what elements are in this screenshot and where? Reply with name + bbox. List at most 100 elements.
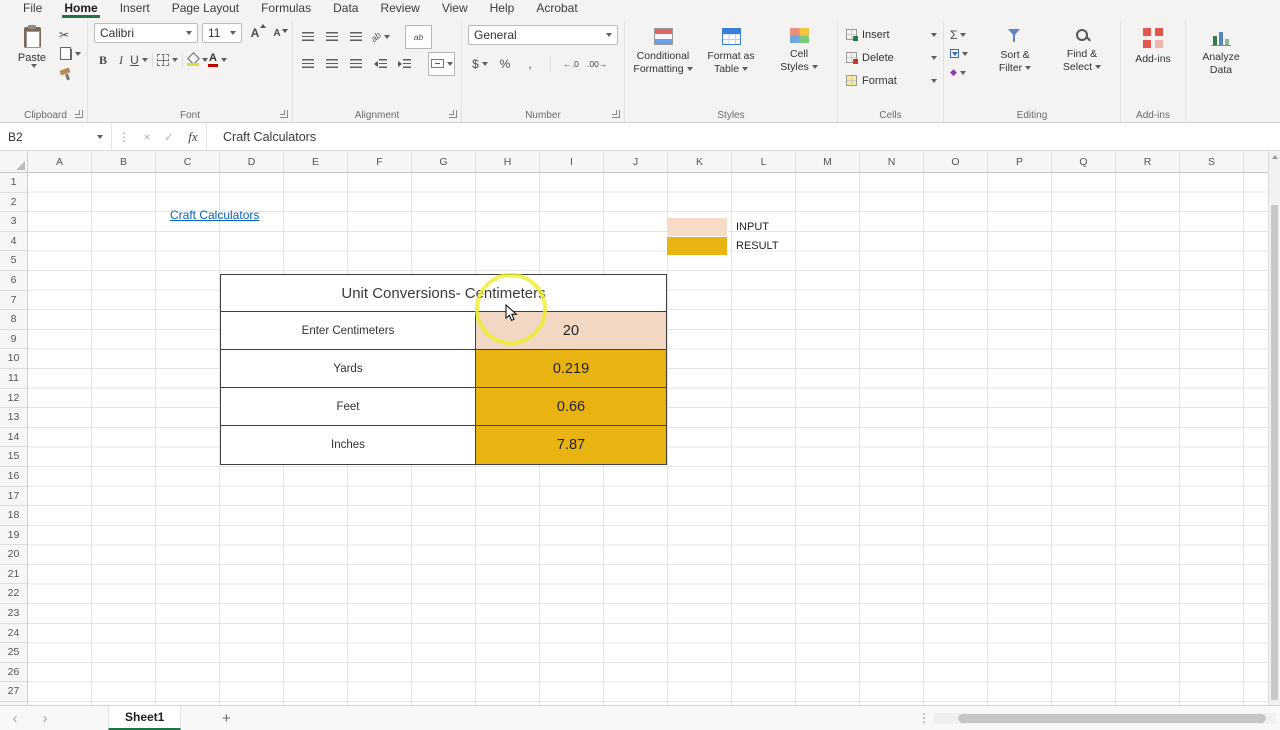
column-header-s[interactable]: S <box>1180 151 1244 172</box>
bottom-align-button[interactable] <box>347 27 365 47</box>
accounting-format-button[interactable]: $ <box>471 54 489 74</box>
sort-filter-button[interactable]: Sort & Filter <box>983 23 1047 80</box>
add-ins-button[interactable]: Add-ins <box>1127 23 1179 66</box>
row-header-18[interactable]: 18 <box>0 506 27 526</box>
row-header-22[interactable]: 22 <box>0 584 27 605</box>
row-header-13[interactable]: 13 <box>0 408 27 428</box>
row-header-10[interactable]: 10 <box>0 349 27 369</box>
find-select-button[interactable]: Find & Select <box>1050 23 1114 80</box>
column-header-e[interactable]: E <box>284 151 348 172</box>
clear-button[interactable]: ◆ <box>950 65 980 80</box>
copy-button[interactable] <box>59 46 81 62</box>
row-header-12[interactable]: 12 <box>0 389 27 409</box>
increase-indent-button[interactable] <box>395 54 413 74</box>
number-format-select[interactable]: General <box>468 25 618 45</box>
tab-page-layout[interactable]: Page Layout <box>161 0 250 18</box>
column-header-p[interactable]: P <box>988 151 1052 172</box>
align-left-button[interactable] <box>299 54 317 74</box>
orientation-button[interactable]: ab <box>369 27 391 47</box>
row-header-11[interactable]: 11 <box>0 369 27 389</box>
column-header-c[interactable]: C <box>156 151 220 172</box>
sheet-nav-left-icon[interactable]: ‹ <box>0 707 30 730</box>
number-dialog-launcher[interactable] <box>612 110 620 118</box>
align-right-button[interactable] <box>347 54 365 74</box>
analyze-data-button[interactable]: Analyze Data <box>1192 23 1250 77</box>
tab-review[interactable]: Review <box>369 0 430 18</box>
decrease-font-size-button[interactable]: A <box>268 23 288 43</box>
column-header-m[interactable]: M <box>796 151 860 172</box>
horizontal-scrollbar[interactable] <box>934 713 1276 724</box>
horizontal-scrollbar-thumb[interactable] <box>958 714 1266 723</box>
vertical-scrollbar[interactable] <box>1268 151 1280 705</box>
select-all-corner[interactable] <box>0 151 28 173</box>
vertical-scrollbar-thumb[interactable] <box>1271 205 1278 700</box>
table-row-value[interactable]: 0.219 <box>476 350 666 387</box>
delete-cells-button[interactable]: Delete <box>844 46 937 69</box>
column-header-g[interactable]: G <box>412 151 476 172</box>
column-header-f[interactable]: F <box>348 151 412 172</box>
sheet-tab-sheet1[interactable]: Sheet1 <box>108 706 182 730</box>
spreadsheet-grid[interactable]: Craft Calculators Unit Conversions- Cent… <box>28 173 1268 705</box>
decrease-indent-button[interactable] <box>371 54 389 74</box>
row-header-2[interactable]: 2 <box>0 193 27 213</box>
tab-insert[interactable]: Insert <box>109 0 161 18</box>
font-size-select[interactable]: 11 <box>202 23 242 43</box>
column-header-k[interactable]: K <box>668 151 732 172</box>
italic-button[interactable]: I <box>112 50 130 70</box>
row-header-14[interactable]: 14 <box>0 428 27 448</box>
increase-decimal-button[interactable]: ←.0 <box>562 54 580 74</box>
formula-input[interactable]: Craft Calculators <box>206 123 1280 150</box>
row-header-3[interactable]: 3 <box>0 212 27 232</box>
row-header-27[interactable]: 27 <box>0 682 27 703</box>
format-as-table-button[interactable]: Format as Table <box>699 23 763 76</box>
row-header-5[interactable]: 5 <box>0 251 27 271</box>
column-header-o[interactable]: O <box>924 151 988 172</box>
table-row-value[interactable]: 7.87 <box>476 426 666 464</box>
table-row-value[interactable]: 0.66 <box>476 388 666 425</box>
insert-cells-button[interactable]: Insert <box>844 23 937 46</box>
formula-bar-handle-icon[interactable]: ⋮ <box>112 130 136 144</box>
tab-help[interactable]: Help <box>479 0 526 18</box>
enter-icon[interactable]: ✓ <box>158 130 180 144</box>
top-align-button[interactable] <box>299 27 317 47</box>
column-header-a[interactable]: A <box>28 151 92 172</box>
row-header-17[interactable]: 17 <box>0 487 27 507</box>
column-header-r[interactable]: R <box>1116 151 1180 172</box>
alignment-dialog-launcher[interactable] <box>449 110 457 118</box>
row-header-24[interactable]: 24 <box>0 624 27 644</box>
cancel-icon[interactable]: × <box>136 130 158 144</box>
merge-center-button[interactable] <box>428 51 455 76</box>
row-header-20[interactable]: 20 <box>0 545 27 565</box>
row-header-21[interactable]: 21 <box>0 565 27 585</box>
sheet-nav-right-icon[interactable]: › <box>30 707 60 730</box>
percent-style-button[interactable]: % <box>496 54 514 74</box>
craft-calculators-link[interactable]: Craft Calculators <box>170 208 259 222</box>
tab-home[interactable]: Home <box>53 0 108 18</box>
name-box[interactable]: B2 <box>0 123 112 150</box>
font-color-button[interactable]: A <box>208 50 227 70</box>
tab-acrobat[interactable]: Acrobat <box>525 0 588 18</box>
column-header-t[interactable]: T <box>1244 151 1268 172</box>
cell-styles-button[interactable]: Cell Styles <box>767 23 831 76</box>
bold-button[interactable]: B <box>94 50 112 70</box>
comma-style-button[interactable]: , <box>521 54 539 74</box>
new-sheet-button[interactable]: + <box>213 707 239 730</box>
autosum-button[interactable]: Σ <box>950 27 980 42</box>
row-header-6[interactable]: 6 <box>0 271 27 291</box>
tab-file[interactable]: File <box>12 0 53 18</box>
fill-color-button[interactable] <box>187 50 208 70</box>
scroll-up-icon[interactable] <box>1272 155 1278 159</box>
column-header-j[interactable]: J <box>604 151 668 172</box>
align-center-button[interactable] <box>323 54 341 74</box>
row-header-23[interactable]: 23 <box>0 604 27 624</box>
font-name-select[interactable]: Calibri <box>94 23 198 43</box>
borders-button[interactable] <box>157 50 178 70</box>
tab-view[interactable]: View <box>431 0 479 18</box>
decrease-decimal-button[interactable]: .00→ <box>587 54 607 74</box>
row-header-1[interactable]: 1 <box>0 173 27 193</box>
column-header-l[interactable]: L <box>732 151 796 172</box>
format-cells-button[interactable]: Format <box>844 69 937 92</box>
row-header-25[interactable]: 25 <box>0 643 27 663</box>
insert-function-icon[interactable]: fx <box>180 129 206 145</box>
font-dialog-launcher[interactable] <box>280 110 288 118</box>
